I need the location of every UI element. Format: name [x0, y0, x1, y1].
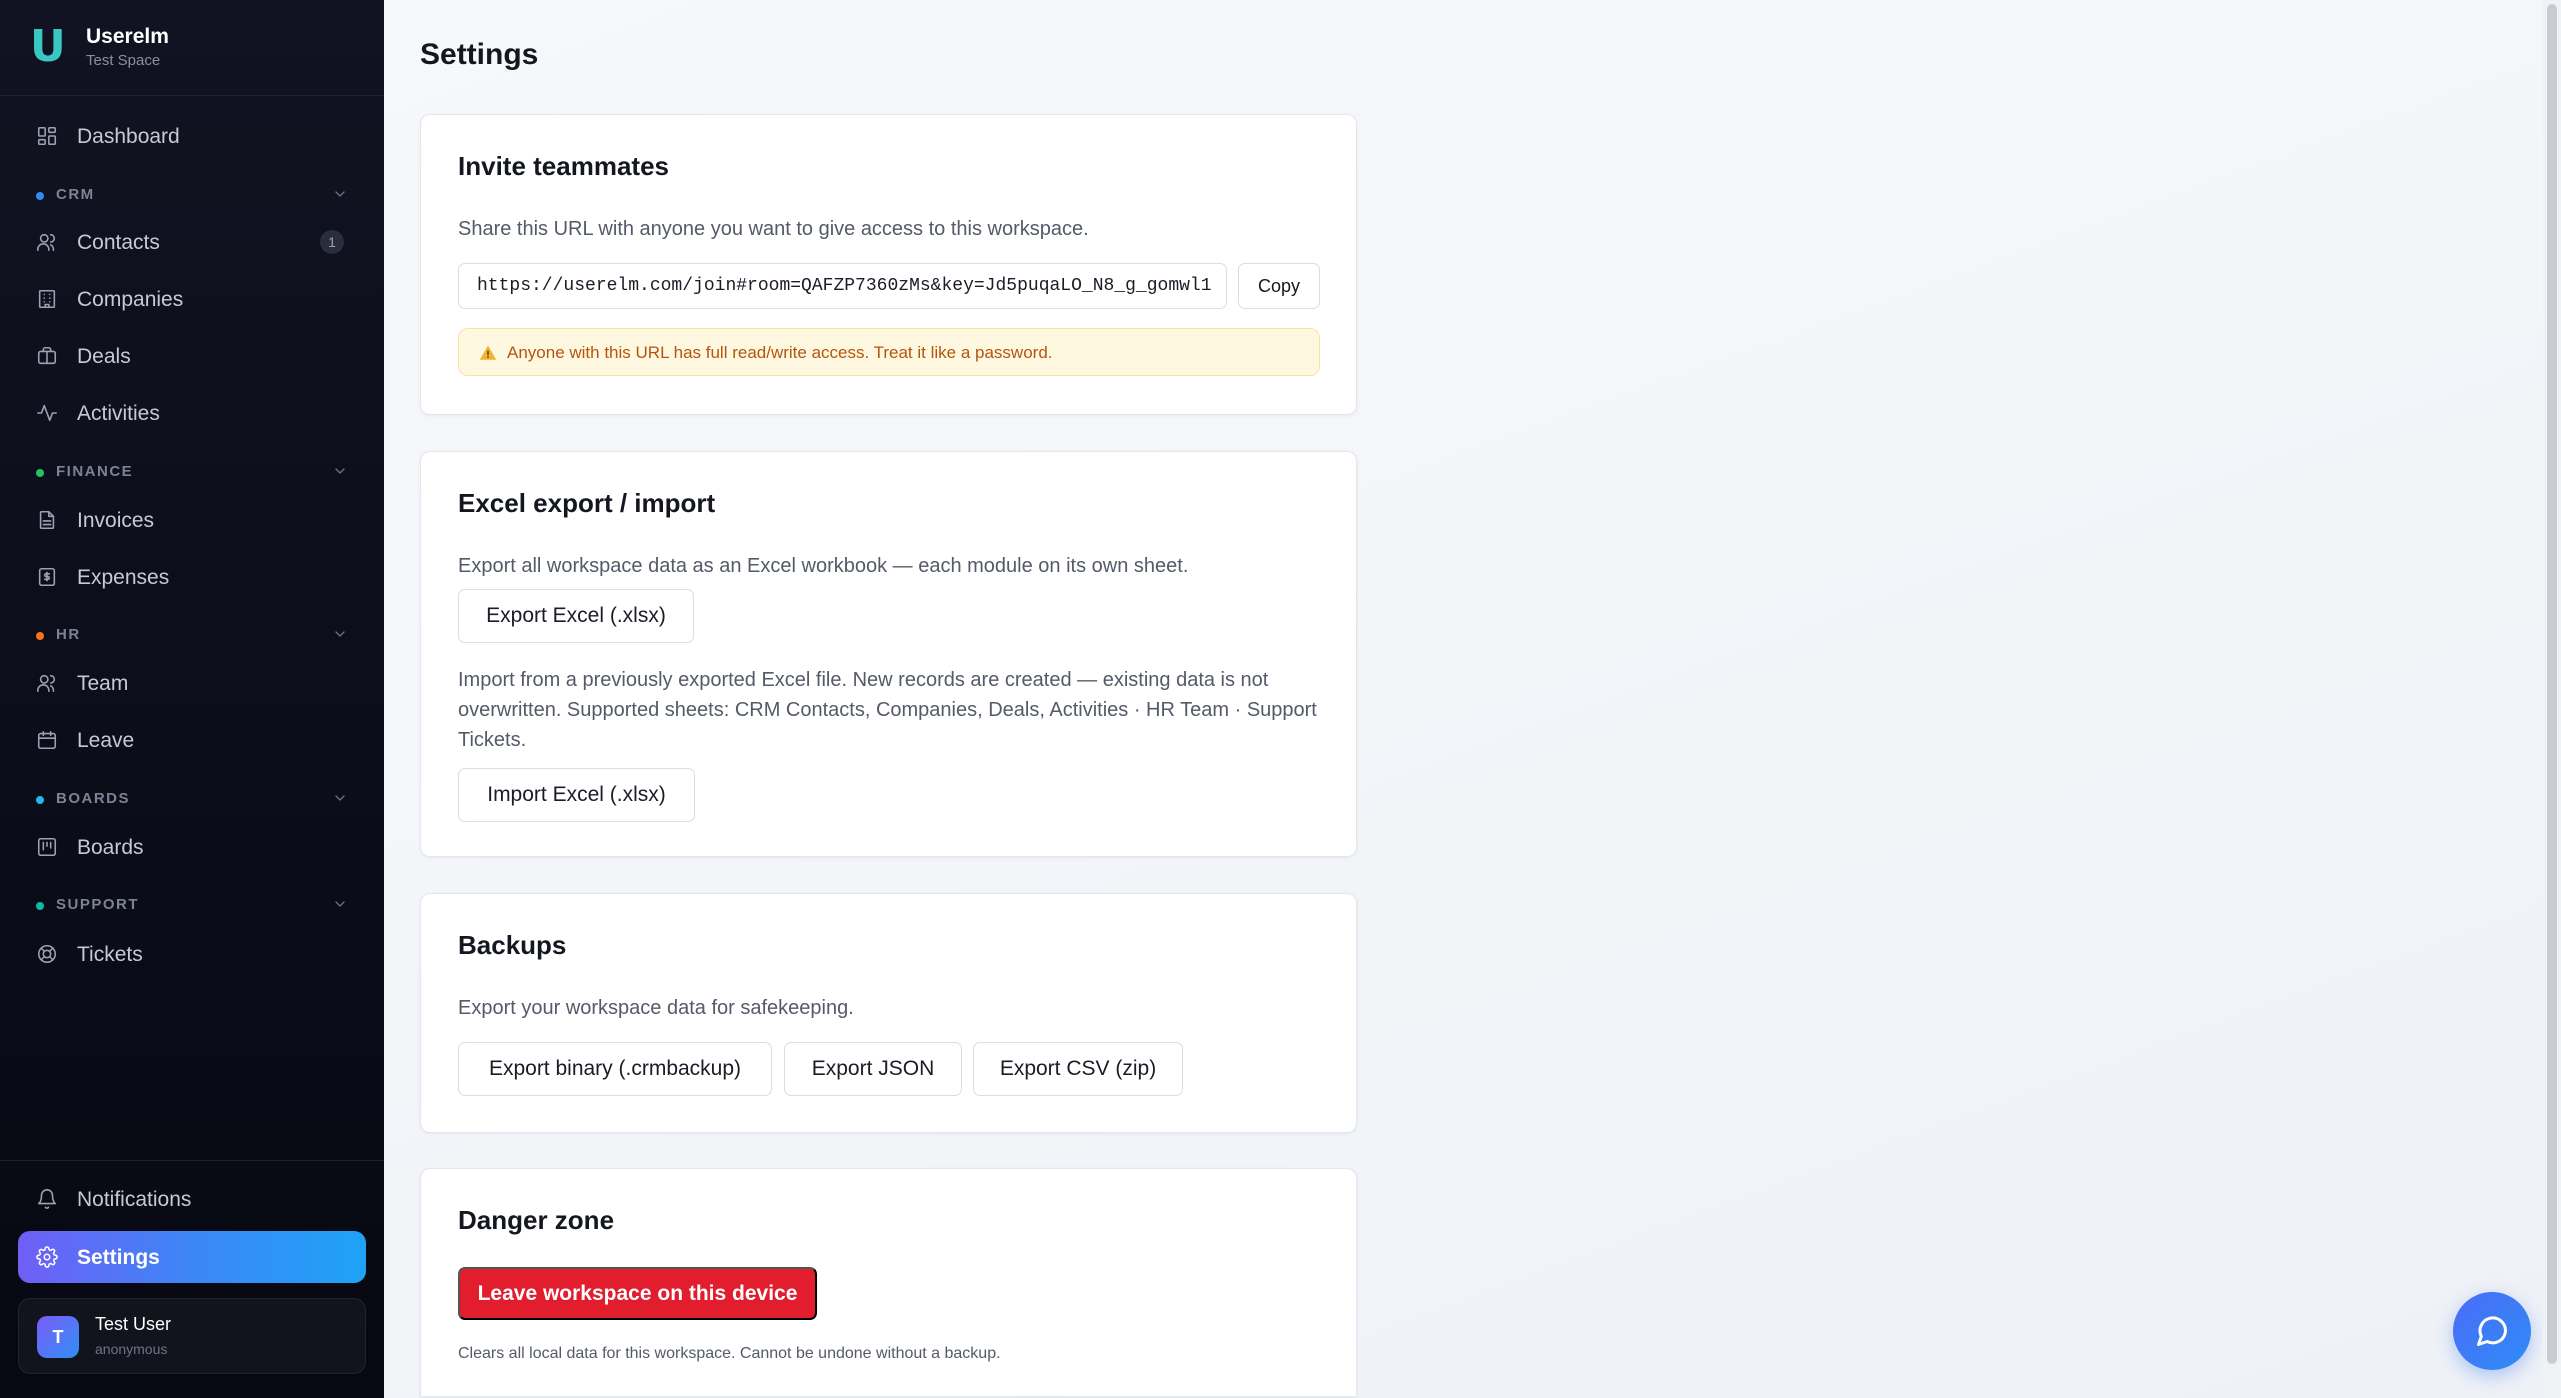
excel-card: Excel export / import Export all workspa… [420, 451, 1357, 857]
card-title: Invite teammates [458, 151, 669, 181]
sidebar-item-label: Contacts [77, 231, 160, 254]
kanban-icon [36, 836, 58, 858]
receipt-dollar-icon [36, 566, 58, 588]
sidebar-item-companies[interactable]: Companies [20, 275, 364, 323]
sidebar-item-expenses[interactable]: Expenses [20, 553, 364, 601]
warning-banner: Anyone with this URL has full read/write… [458, 328, 1320, 376]
section-dot [36, 192, 44, 200]
sidebar-item-deals[interactable]: Deals [20, 332, 364, 380]
lifebuoy-icon [36, 943, 58, 965]
section-label: HR [56, 626, 81, 643]
section-support[interactable]: SUPPORT [36, 894, 348, 918]
gear-icon [36, 1246, 58, 1268]
section-dot [36, 632, 44, 640]
danger-zone-card: Danger zone Leave workspace on this devi… [420, 1168, 1357, 1397]
user-name: Test User [95, 1314, 172, 1334]
import-excel-button[interactable]: Import Excel (.xlsx) [458, 768, 695, 822]
card-title: Backups [458, 930, 567, 960]
invite-description: Share this URL with anyone you want to g… [458, 218, 1089, 240]
sidebar-item-boards[interactable]: Boards [20, 823, 364, 871]
users-icon [36, 231, 58, 253]
export-binary-button[interactable]: Export binary (.crmbackup) [458, 1042, 772, 1096]
sidebar-item-label: Team [77, 672, 129, 695]
sidebar: U Userelm Test Space Dashboard CRM Conta… [0, 0, 384, 1398]
sidebar-item-settings[interactable]: Settings [18, 1231, 366, 1283]
sidebar-item-label: Deals [77, 345, 131, 368]
chevron-down-icon [332, 463, 348, 479]
sidebar-item-notifications[interactable]: Notifications [20, 1175, 364, 1223]
chevron-down-icon [332, 896, 348, 912]
sidebar-item-label: Companies [77, 288, 184, 311]
sidebar-item-dashboard[interactable]: Dashboard [20, 112, 364, 160]
section-dot [36, 902, 44, 910]
sidebar-item-label: Notifications [77, 1188, 192, 1211]
section-dot [36, 469, 44, 477]
section-label: BOARDS [56, 790, 131, 807]
workspace-header[interactable]: U Userelm Test Space [0, 0, 384, 96]
section-label: FINANCE [56, 463, 134, 480]
backups-card: Backups Export your workspace data for s… [420, 893, 1357, 1133]
card-title: Excel export / import [458, 488, 716, 518]
sidebar-item-label: Tickets [77, 943, 143, 966]
export-json-button[interactable]: Export JSON [784, 1042, 962, 1096]
chevron-down-icon [332, 790, 348, 806]
warning-text: Anyone with this URL has full read/write… [507, 343, 1053, 362]
chevron-down-icon [332, 626, 348, 642]
contacts-count-badge: 1 [320, 230, 344, 254]
section-boards[interactable]: BOARDS [36, 788, 348, 812]
page-title: Settings [420, 38, 539, 71]
section-label: SUPPORT [56, 896, 140, 913]
sidebar-item-leave[interactable]: Leave [20, 716, 364, 764]
sidebar-item-team[interactable]: Team [20, 659, 364, 707]
sidebar-item-invoices[interactable]: Invoices [20, 496, 364, 544]
app-logo: U [30, 21, 66, 72]
avatar: T [37, 1316, 79, 1358]
building-icon [36, 288, 58, 310]
chevron-down-icon [332, 186, 348, 202]
section-label: CRM [56, 186, 95, 203]
excel-export-description: Export all workspace data as an Excel wo… [458, 555, 1189, 577]
sidebar-divider [0, 1160, 384, 1161]
file-text-icon [36, 509, 58, 531]
sidebar-item-activities[interactable]: Activities [20, 389, 364, 437]
section-dot [36, 796, 44, 804]
danger-note: Clears all local data for this workspace… [458, 1345, 1001, 1362]
sidebar-item-label: Activities [77, 402, 160, 425]
sidebar-item-label: Invoices [77, 509, 155, 532]
sidebar-item-label: Settings [77, 1246, 160, 1269]
invite-url-value: https://userelm.com/join#room=QAFZP7360z… [477, 276, 1212, 296]
sidebar-item-label: Boards [77, 836, 144, 859]
chat-button[interactable] [2453, 1292, 2531, 1370]
section-finance[interactable]: FINANCE [36, 461, 348, 485]
backups-description: Export your workspace data for safekeepi… [458, 997, 854, 1019]
copy-button[interactable]: Copy [1238, 263, 1320, 309]
export-csv-button[interactable]: Export CSV (zip) [973, 1042, 1183, 1096]
sidebar-item-label: Dashboard [77, 125, 180, 148]
invite-teammates-card: Invite teammates Share this URL with any… [420, 114, 1357, 415]
bell-icon [36, 1188, 58, 1210]
user-status: anonymous [95, 1341, 168, 1357]
chat-bubble-icon [2477, 1316, 2508, 1346]
warning-icon [479, 344, 497, 362]
section-crm[interactable]: CRM [36, 184, 348, 208]
excel-import-description: Import from a previously exported Excel … [458, 669, 1317, 751]
app-name: Userelm [86, 25, 169, 48]
dashboard-icon [36, 125, 58, 147]
card-title: Danger zone [458, 1205, 615, 1235]
sidebar-item-label: Expenses [77, 566, 170, 589]
users-icon [36, 672, 58, 694]
calendar-icon [36, 729, 58, 751]
activity-icon [36, 402, 58, 424]
sidebar-item-label: Leave [77, 729, 135, 752]
user-profile-card[interactable]: T Test User anonymous [18, 1298, 366, 1374]
leave-workspace-button[interactable]: Leave workspace on this device [458, 1267, 817, 1320]
scrollbar-thumb[interactable] [2547, 4, 2557, 1364]
workspace-name: Test Space [86, 52, 161, 69]
section-hr[interactable]: HR [36, 624, 348, 648]
sidebar-item-tickets[interactable]: Tickets [20, 930, 364, 978]
briefcase-icon [36, 345, 58, 367]
invite-url-field[interactable]: https://userelm.com/join#room=QAFZP7360z… [458, 263, 1227, 309]
export-excel-button[interactable]: Export Excel (.xlsx) [458, 589, 694, 643]
sidebar-item-contacts[interactable]: Contacts 1 [20, 218, 364, 266]
